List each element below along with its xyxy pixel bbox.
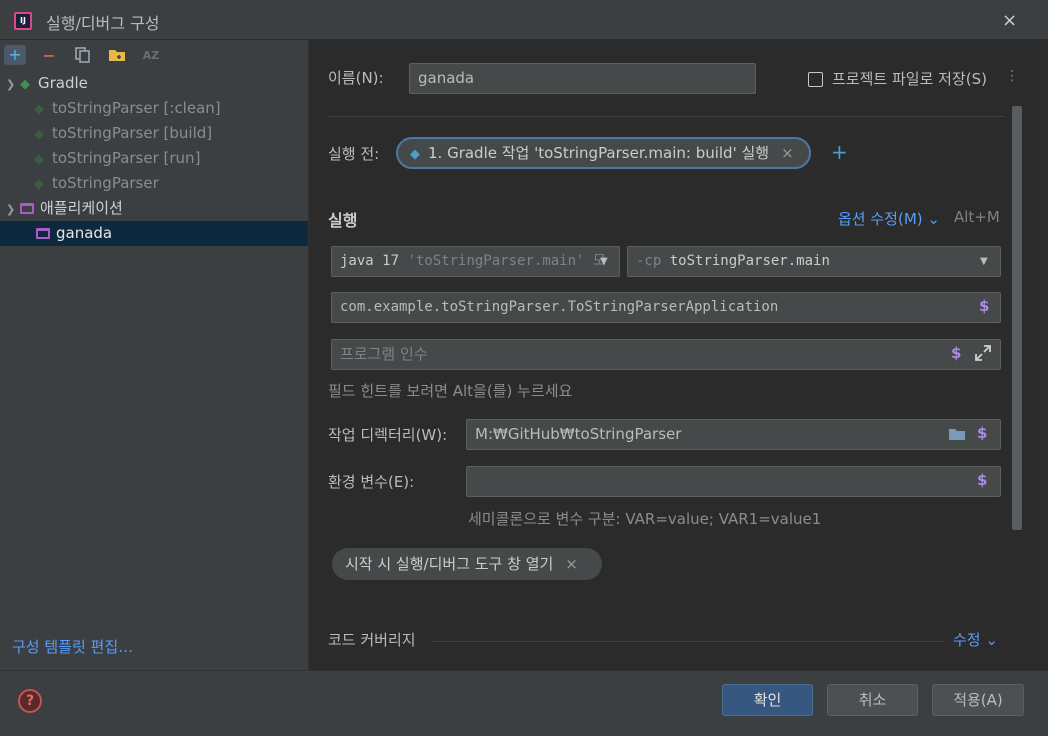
main-class-input[interactable]: com.example.toStringParser.ToStringParse… [331,292,1001,323]
tree-item-gradle-task[interactable]: ◆ toStringParser [run] [0,146,308,171]
tree-node-gradle[interactable]: ❯ ◆ Gradle [0,71,308,96]
dropdown-arrow-icon: ▼ [600,256,608,267]
tree-item-label: toStringParser [build] [52,124,213,142]
gradle-elephant-icon: ◆ [34,127,44,142]
open-tool-window-chip[interactable]: 시작 시 실행/디버그 도구 창 열기 × [332,548,602,580]
tree-item-label: toStringParser [run] [52,149,201,167]
tree-item-gradle-task[interactable]: ◆ toString​Parser [:clean] [0,96,308,121]
modify-options-link[interactable]: 옵션 수정(M) ⌄ [838,208,940,229]
classpath-module: toStringParser.main [669,253,830,269]
edit-templates-link[interactable]: 구성 템플릿 편집… [12,636,133,657]
name-input[interactable]: ganada [409,63,756,94]
expand-icon[interactable] [974,344,992,366]
tree-item-label: toStringParser [52,174,159,192]
chevron-down-icon: ❯ [6,78,16,91]
name-label: 이름(N): [328,69,384,87]
coverage-modify-link[interactable]: 수정 ⌄ [953,629,998,650]
classpath-flag: -cp [636,253,662,269]
intellij-app-icon: IJ [14,12,32,30]
workdir-input[interactable]: M:₩GitHub₩toStringParser [466,419,1001,450]
code-coverage-label: 코드 커버리지 [328,631,416,649]
add-before-launch-task-button[interactable]: + [831,140,848,164]
chevron-down-icon: ❯ [6,203,16,216]
help-icon[interactable]: ? [18,689,42,713]
coverage-modify-label: 수정 [953,631,981,649]
modify-options-shortcut: Alt+M [954,208,1000,226]
tree-node-application[interactable]: ❯ 애플리케이션 [0,196,308,221]
tree-item-gradle-task[interactable]: ◆ toStringParser [0,171,308,196]
gradle-elephant-icon: ◆ [34,152,44,167]
before-launch-label: 실행 전: [328,145,380,163]
macro-dollar-icon[interactable]: $ [951,344,961,362]
field-hint-text: 필드 힌트를 보려면 Alt을(를) 누르세요 [328,382,573,400]
divider [433,641,944,642]
jdk-version: java 17 [340,253,400,269]
jdk-module: 'toStringParser.main' 모 [407,253,606,269]
add-configuration-button[interactable]: + [4,45,26,65]
chevron-down-icon: ⌄ [927,210,940,228]
window-title: 실행/디버그 구성 [46,14,160,33]
more-options-icon[interactable]: ⋮ [1005,68,1019,84]
tree-node-label: Gradle [38,74,88,92]
workdir-label: 작업 디렉터리(W): [328,426,448,444]
macro-dollar-icon[interactable]: $ [979,297,989,315]
env-vars-hint: 세미콜론으로 변수 구분: VAR=value; VAR1=value1 [468,510,822,528]
cancel-button[interactable]: 취소 [827,684,918,716]
tree-item-label: toString​Parser [:clean] [52,99,221,117]
folder-icon[interactable] [948,426,966,446]
close-icon[interactable]: × [565,555,578,573]
before-launch-task-chip[interactable]: ◆ 1. Gradle 작업 'toStringParser.main: buil… [396,137,811,169]
form-scrollbar[interactable] [1012,106,1022,530]
program-args-input[interactable]: 프로그램 인수 [331,339,1001,370]
macro-dollar-icon[interactable]: $ [977,471,987,489]
divider [328,116,1004,117]
sort-alphabetically-icon[interactable]: AZ [140,46,162,66]
gradle-elephant-icon: ◆ [34,102,44,117]
macro-dollar-icon[interactable]: $ [977,424,987,442]
env-vars-label: 환경 변수(E): [328,473,415,491]
tree-item-ganada[interactable]: ganada [0,221,308,246]
classpath-module-select[interactable]: -cp toStringParser.main [627,246,1001,277]
modify-options-label: 옵션 수정(M) [838,210,923,228]
apply-button[interactable]: 적용(A) [932,684,1024,716]
gradle-elephant-icon: ◆ [20,77,30,92]
remove-configuration-button[interactable]: − [38,46,60,66]
new-folder-icon[interactable] [106,46,128,66]
tree-node-label: 애플리케이션 [40,199,123,217]
store-as-file-label: 프로젝트 파일로 저장(S) [832,70,987,88]
gradle-elephant-icon: ◆ [34,177,44,192]
copy-configuration-icon[interactable] [72,46,94,66]
store-as-file-checkbox[interactable] [808,72,823,87]
close-icon[interactable]: × [1002,10,1017,31]
close-icon[interactable]: × [781,144,794,162]
run-section-title: 실행 [328,211,358,230]
application-icon [36,228,50,239]
tree-item-label: ganada [56,224,113,242]
jdk-select[interactable]: java 17 'toStringParser.main' 모 [331,246,620,277]
dropdown-arrow-icon: ▼ [980,256,988,267]
application-icon [20,203,34,214]
env-vars-input[interactable] [466,466,1001,497]
ok-button[interactable]: 확인 [722,684,813,716]
chevron-down-icon: ⌄ [985,631,998,649]
open-tool-window-label: 시작 시 실행/디버그 도구 창 열기 [345,555,554,573]
before-launch-task-label: 1. Gradle 작업 'toStringParser.main: build… [428,144,770,162]
tree-item-gradle-task[interactable]: ◆ toStringParser [build] [0,121,308,146]
gradle-elephant-icon: ◆ [410,147,420,162]
